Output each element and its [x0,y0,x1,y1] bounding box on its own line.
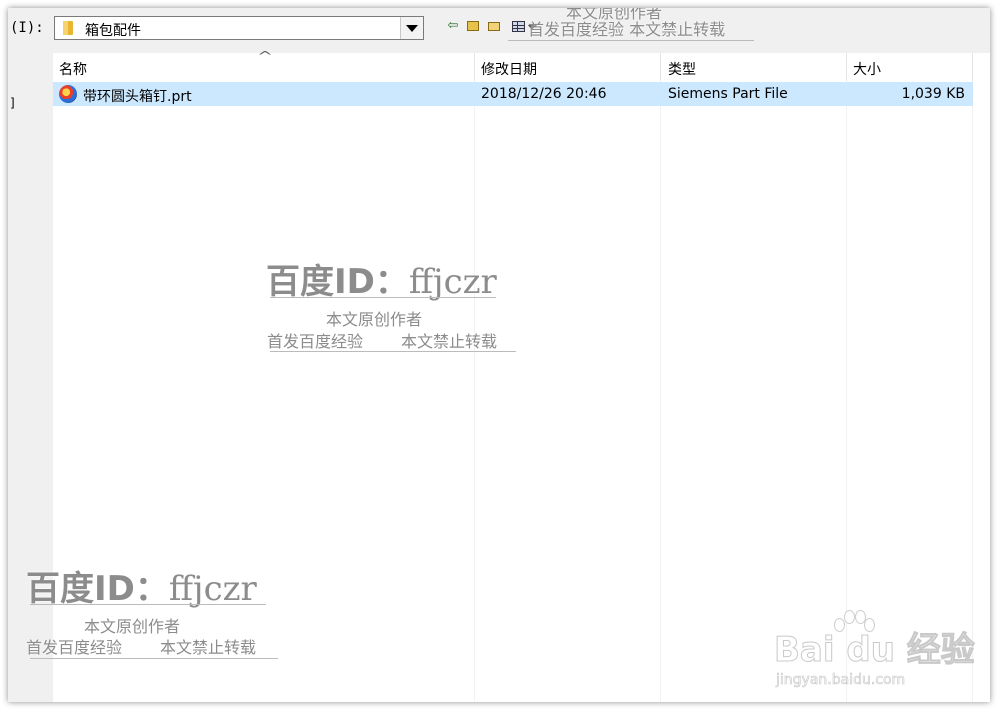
watermark-id-label: 百度ID： [26,569,169,609]
watermark-center-first: 首发百度经验 [267,332,364,351]
folder-icon [63,21,73,35]
watermark-underline [270,297,496,298]
header-separator[interactable] [660,53,661,81]
watermark-center-id: 百度ID：ffjczr [266,254,497,303]
watermark-underline [30,658,278,659]
column-divider [846,53,847,702]
watermark-corner-first: 首发百度经验 [26,638,123,657]
sort-ascending-icon: ^ [256,49,274,63]
up-folder-icon[interactable] [464,17,482,35]
left-pane-fragment: ] [10,96,15,110]
watermark-underline [508,40,754,41]
file-size: 1,039 KB [901,86,965,102]
header-separator[interactable] [972,53,973,81]
column-divider [660,53,661,702]
dropdown-arrow-icon[interactable] [400,17,423,39]
column-header-type[interactable]: 类型 [668,59,696,79]
watermark-underline [270,351,516,352]
location-text: 箱包配件 [85,23,141,39]
file-name: 带环圆头箱钉.prt [83,89,192,105]
baidu-jingyan-logo: Bai du 经验 [774,630,976,671]
column-divider [474,53,475,702]
file-dialog: (I): 箱包配件 ⇦ ] ^ 名称 修改日期 类型 大小 带环圆头箱钉.prt… [8,8,990,702]
file-type: Siemens Part File [668,86,788,102]
header-separator[interactable] [474,53,475,81]
column-header-size[interactable]: 大小 [853,59,881,79]
new-folder-icon[interactable] [486,17,504,35]
file-row[interactable]: 带环圆头箱钉.prt 2018/12/26 20:46 Siemens Part… [53,82,973,106]
column-divider [972,53,973,702]
file-modified: 2018/12/26 20:46 [481,86,607,102]
watermark-corner-noreprint: 本文禁止转载 [160,638,257,657]
watermark-center-noreprint: 本文禁止转载 [401,332,498,351]
back-arrow-icon[interactable]: ⇦ [444,17,462,35]
watermark-center-author: 本文原创作者 [326,310,423,329]
look-in-label: (I): [10,20,44,36]
baidu-jingyan-url: jingyan.baidu.com [776,672,906,689]
watermark-id-label: 百度ID： [266,262,409,302]
column-header-row: ^ 名称 修改日期 类型 大小 [53,49,973,81]
siemens-nx-part-icon [59,85,77,103]
column-header-modified[interactable]: 修改日期 [481,59,537,79]
column-header-name[interactable]: 名称 [59,59,87,79]
watermark-underline [30,604,266,605]
watermark-corner-id: 百度ID：ffjczr [26,561,257,610]
header-separator[interactable] [846,53,847,81]
watermark-id-value: ffjczr [408,262,497,302]
location-dropdown[interactable]: 箱包配件 [54,16,424,40]
watermark-top-notice: 首发百度经验 本文禁止转载 [528,20,726,39]
watermark-id-value: ffjczr [168,569,257,609]
